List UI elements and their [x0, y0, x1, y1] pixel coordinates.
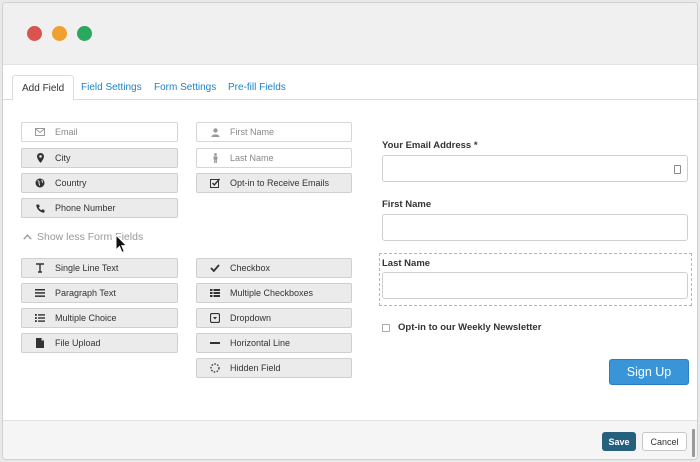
add-single-line-text-button[interactable]: Single Line Text [21, 258, 178, 278]
field-label: Opt-in to Receive Emails [230, 178, 330, 188]
tab-bar: Add Field Field Settings Form Settings P… [3, 75, 697, 101]
add-paragraph-text-button[interactable]: Paragraph Text [21, 283, 178, 303]
paragraph-icon [32, 289, 48, 297]
add-file-upload-button[interactable]: File Upload [21, 333, 178, 353]
list-icon [32, 314, 48, 322]
field-label: Dropdown [230, 313, 272, 323]
sign-up-button[interactable]: Sign Up [609, 359, 689, 385]
field-label: Email [55, 127, 78, 137]
add-city-field-button[interactable]: City [21, 148, 178, 168]
field-label: Multiple Checkboxes [230, 288, 314, 298]
add-dropdown-button[interactable]: Dropdown [196, 308, 352, 328]
user-icon [207, 127, 223, 137]
file-icon [32, 338, 48, 348]
phone-icon [32, 204, 48, 213]
checked-box-icon [207, 178, 223, 188]
resize-handle[interactable] [692, 429, 695, 457]
tab-form-settings[interactable]: Form Settings [145, 75, 225, 101]
minimize-window-button[interactable] [52, 26, 67, 41]
dashed-circle-icon [207, 363, 223, 373]
add-horizontal-line-button[interactable]: Horizontal Line [196, 333, 352, 353]
person-icon [207, 153, 223, 163]
tab-field-settings[interactable]: Field Settings [72, 75, 151, 101]
add-last-name-field-button[interactable]: Last Name [196, 148, 352, 168]
email-input[interactable] [382, 155, 688, 182]
field-label: Last Name [230, 153, 274, 163]
dropdown-icon [207, 313, 223, 323]
field-label: Horizontal Line [230, 338, 291, 348]
minus-icon [207, 341, 223, 345]
tab-prefill-fields[interactable]: Pre-fill Fields [219, 75, 295, 101]
email-label: Your Email Address * [382, 140, 478, 151]
add-hidden-field-button[interactable]: Hidden Field [196, 358, 352, 378]
chevron-up-icon [23, 232, 32, 243]
add-optin-field-button[interactable]: Opt-in to Receive Emails [196, 173, 352, 193]
maximize-window-button[interactable] [77, 26, 92, 41]
checkmark-icon [207, 264, 223, 272]
footer-bar: Save Cancel [3, 420, 697, 459]
field-label: Country [55, 178, 87, 188]
app-window: Add Field Field Settings Form Settings P… [2, 2, 698, 460]
close-window-button[interactable] [27, 26, 42, 41]
add-phone-field-button[interactable]: Phone Number [21, 198, 178, 218]
last-name-input[interactable] [382, 272, 688, 299]
field-label: Phone Number [55, 203, 116, 213]
cancel-button[interactable]: Cancel [642, 432, 687, 451]
newsletter-checkbox[interactable] [382, 323, 390, 332]
field-label: Single Line Text [55, 263, 119, 273]
tab-add-field[interactable]: Add Field [12, 75, 75, 101]
mouse-pointer-icon [115, 234, 128, 254]
add-checkbox-button[interactable]: Checkbox [196, 258, 352, 278]
save-button[interactable]: Save [602, 432, 636, 451]
add-multiple-checkboxes-button[interactable]: Multiple Checkboxes [196, 283, 352, 303]
field-label: First Name [230, 127, 275, 137]
title-bar [3, 3, 697, 65]
newsletter-optin[interactable]: Opt-in to our Weekly Newsletter [382, 322, 541, 333]
field-label: City [55, 153, 71, 163]
field-label: File Upload [55, 338, 101, 348]
first-name-label: First Name [382, 199, 432, 210]
grid-list-icon [207, 289, 223, 297]
text-cursor-icon [32, 263, 48, 273]
last-name-label: Last Name [382, 258, 431, 269]
first-name-input[interactable] [382, 214, 688, 241]
newsletter-label: Opt-in to our Weekly Newsletter [398, 322, 542, 333]
add-email-field-button[interactable]: Email [21, 122, 178, 142]
field-label: Checkbox [230, 263, 271, 273]
add-first-name-field-button[interactable]: First Name [196, 122, 352, 142]
field-label: Paragraph Text [55, 288, 116, 298]
add-country-field-button[interactable]: Country [21, 173, 178, 193]
envelope-icon [32, 128, 48, 136]
map-pin-icon [32, 153, 48, 163]
add-multiple-choice-button[interactable]: Multiple Choice [21, 308, 178, 328]
field-label: Multiple Choice [55, 313, 117, 323]
globe-icon [32, 178, 48, 188]
contact-card-icon [674, 165, 681, 174]
field-label: Hidden Field [230, 363, 281, 373]
